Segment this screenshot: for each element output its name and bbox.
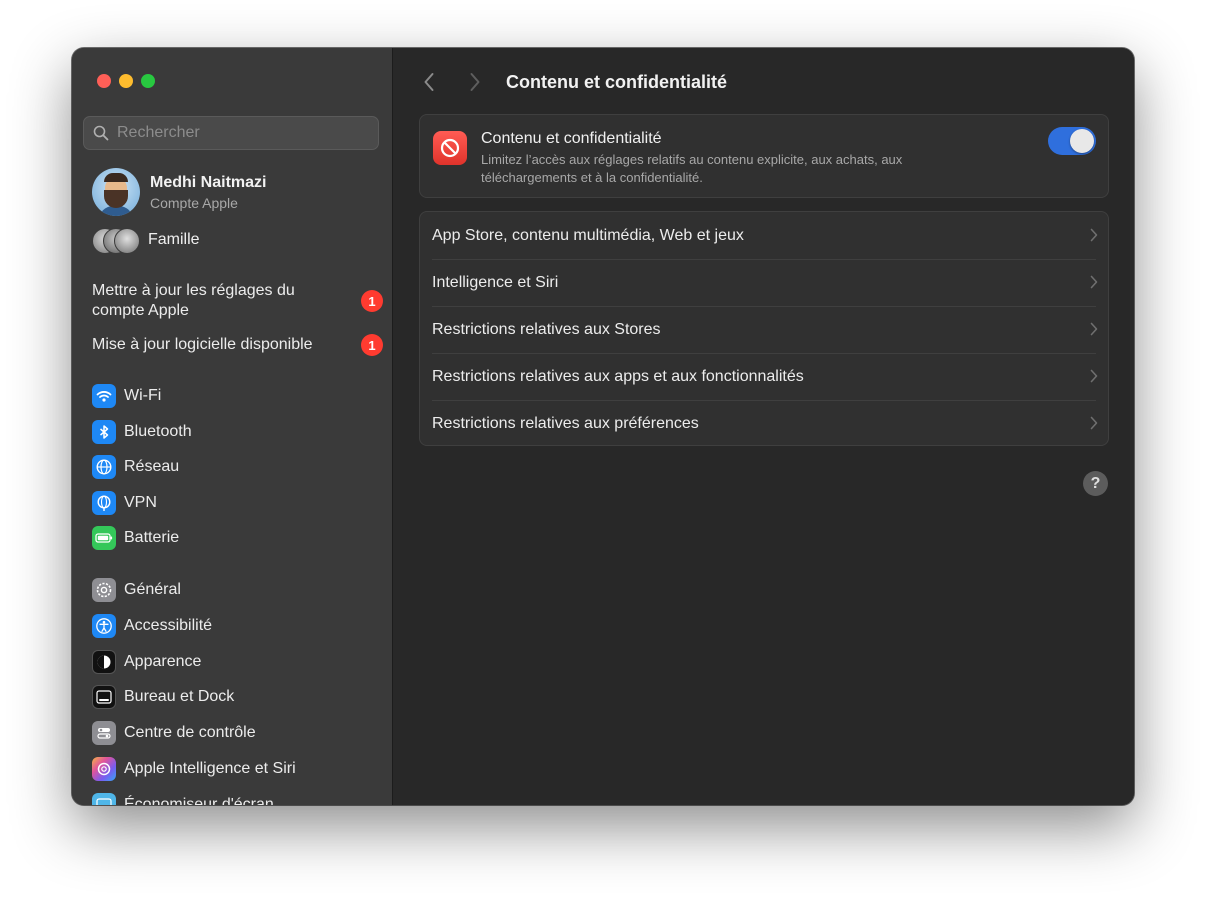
sidebar-item-apple-intelligence[interactable]: Apple Intelligence et Siri (92, 756, 296, 782)
account-subtitle: Compte Apple (150, 194, 238, 211)
chevron-left-icon (424, 73, 434, 91)
account-name: Medhi Naitmazi (150, 173, 267, 191)
sidebar-item-network[interactable]: Réseau (92, 454, 179, 480)
row-preference-restrictions[interactable]: Restrictions relatives aux préférences (420, 400, 1108, 447)
page-title: Contenu et confidentialité (506, 72, 728, 92)
help-button[interactable]: ? (1083, 471, 1108, 496)
search-icon (93, 125, 109, 141)
sidebar-item-vpn[interactable]: VPN (92, 490, 157, 516)
family-item[interactable]: Famille (92, 228, 200, 254)
search-input[interactable] (115, 123, 359, 143)
sidebar-item-label: Accessibilité (124, 617, 213, 634)
sidebar-item-label: Apple Intelligence et Siri (124, 760, 296, 777)
card-description: Limitez l’accès aux réglages relatifs au… (481, 152, 903, 185)
vpn-globe-icon (92, 491, 116, 515)
notice-update-account[interactable]: Mettre à jour les réglages du compte App… (92, 281, 383, 321)
row-label: Restrictions relatives aux apps et aux f… (432, 367, 804, 385)
row-app-store-media[interactable]: App Store, contenu multimédia, Web et je… (420, 212, 1108, 259)
appearance-icon (92, 650, 116, 674)
row-app-feature-restrictions[interactable]: Restrictions relatives aux apps et aux f… (420, 353, 1108, 400)
sidebar-item-label: Général (124, 581, 181, 598)
sidebar-item-screensaver[interactable]: Économiseur d'écran (92, 792, 274, 805)
control-center-icon (92, 721, 116, 745)
sidebar-item-desktop-dock[interactable]: Bureau et Dock (92, 684, 234, 710)
sidebar: Medhi Naitmazi Compte Apple Famille Mett… (72, 48, 393, 805)
chevron-right-icon (1090, 416, 1098, 430)
forward-button[interactable] (463, 70, 487, 94)
row-label: Restrictions relatives aux Stores (432, 320, 661, 338)
battery-icon (92, 526, 116, 550)
minimize-window-button[interactable] (119, 74, 133, 88)
sidebar-item-label: Apparence (124, 653, 202, 670)
sidebar-item-label: VPN (124, 494, 157, 511)
sidebar-item-control-center[interactable]: Centre de contrôle (92, 720, 256, 746)
back-button[interactable] (417, 70, 441, 94)
sidebar-item-battery[interactable]: Batterie (92, 525, 179, 551)
notice-software-update[interactable]: Mise à jour logicielle disponible 1 (92, 334, 383, 356)
sidebar-item-label: Bureau et Dock (124, 688, 235, 705)
notification-badge: 1 (361, 290, 383, 312)
chevron-right-icon (1090, 322, 1098, 336)
chevron-right-icon (1090, 228, 1098, 242)
screensaver-icon (92, 793, 116, 805)
row-intelligence-siri[interactable]: Intelligence et Siri (420, 259, 1108, 306)
toggle-knob (1070, 129, 1094, 153)
window-controls (97, 74, 155, 88)
close-window-button[interactable] (97, 74, 111, 88)
row-label: Intelligence et Siri (432, 273, 559, 291)
bluetooth-icon (92, 420, 116, 444)
row-store-restrictions[interactable]: Restrictions relatives aux Stores (420, 306, 1108, 353)
sidebar-item-appearance[interactable]: Apparence (92, 649, 201, 675)
chevron-right-icon (470, 73, 480, 91)
apple-account[interactable]: Medhi Naitmazi Compte Apple (92, 168, 266, 216)
settings-list: App Store, contenu multimédia, Web et je… (419, 211, 1109, 446)
sidebar-item-general[interactable]: Général (92, 577, 181, 603)
wifi-icon (92, 384, 116, 408)
siri-icon (92, 757, 116, 781)
dock-icon (92, 685, 116, 709)
family-avatars (92, 228, 140, 254)
search-field[interactable] (83, 116, 379, 150)
accessibility-icon (92, 614, 116, 638)
notification-badge: 1 (361, 334, 383, 356)
notice-label: Mettre à jour les réglages du compte App… (92, 282, 295, 319)
sidebar-item-label: Batterie (124, 529, 180, 546)
sidebar-item-bluetooth[interactable]: Bluetooth (92, 419, 192, 445)
sidebar-item-label: Économiseur d'écran (124, 796, 274, 805)
notice-label: Mise à jour logicielle disponible (92, 336, 313, 353)
content-privacy-toggle[interactable] (1048, 127, 1096, 155)
globe-icon (92, 455, 116, 479)
chevron-right-icon (1090, 275, 1098, 289)
toolbar: Contenu et confidentialité (393, 48, 1134, 114)
sidebar-item-label: Wi-Fi (124, 387, 162, 404)
gear-icon (92, 578, 116, 602)
family-label: Famille (148, 231, 200, 248)
content-pane: Contenu et confidentialité Contenu et co… (393, 48, 1134, 805)
chevron-right-icon (1090, 369, 1098, 383)
sidebar-item-label: Réseau (124, 458, 180, 475)
row-label: Restrictions relatives aux préférences (432, 414, 699, 432)
content-privacy-card: Contenu et confidentialité Limitez l’acc… (419, 114, 1109, 198)
sidebar-item-label: Bluetooth (124, 423, 192, 440)
sidebar-item-accessibility[interactable]: Accessibilité (92, 613, 212, 639)
row-label: App Store, contenu multimédia, Web et je… (432, 226, 744, 244)
zoom-window-button[interactable] (141, 74, 155, 88)
sidebar-item-wifi[interactable]: Wi-Fi (92, 383, 161, 409)
card-title: Contenu et confidentialité (481, 130, 662, 147)
restriction-icon (433, 131, 467, 165)
sidebar-item-label: Centre de contrôle (124, 724, 256, 741)
settings-window: Medhi Naitmazi Compte Apple Famille Mett… (72, 48, 1134, 805)
avatar (92, 168, 140, 216)
